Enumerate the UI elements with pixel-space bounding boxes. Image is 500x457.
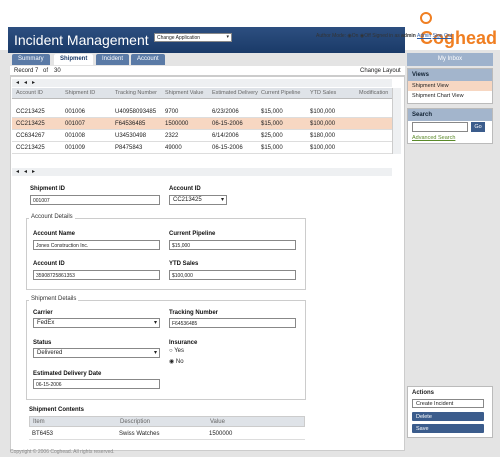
change-application-select[interactable]: Change Application ▾ — [154, 33, 232, 42]
table-row[interactable]: BT6453 Swiss Watches 1500000 — [29, 428, 305, 440]
contents-header: Item Description Value — [29, 416, 305, 427]
grid-toolbar: ◂ ◂ ▸ — [12, 79, 392, 87]
sign-out-link[interactable]: Sign Out — [433, 33, 452, 39]
logo-sun-icon — [420, 12, 432, 25]
views-title: Views — [408, 69, 492, 81]
actions-title: Actions — [412, 390, 435, 396]
shipment-contents-title: Shipment Contents — [29, 407, 84, 413]
grid-scrollbar[interactable] — [392, 88, 401, 154]
account-id-select[interactable]: CC213425 ▾ — [169, 195, 227, 205]
chevron-down-icon: ▾ — [153, 350, 157, 356]
prev-form-icon[interactable]: ◂ — [16, 168, 19, 175]
table-row[interactable]: CC213425 001006 U40958093485 9700 6/23/2006 $… — [12, 106, 392, 118]
footer-copyright: Copyright © 2006 Coghead. All rights res… — [10, 449, 115, 455]
search-panel: Search Go Advanced Search — [407, 108, 493, 144]
views-panel: Views Shipment View Shipment Chart View — [407, 68, 493, 104]
record-nav-bar: Record 7 of 30 Change Layout — [10, 66, 405, 76]
next-form-icon[interactable]: ▸ — [32, 168, 35, 175]
carrier-select[interactable]: FedEx ▾ — [33, 318, 160, 328]
delete-button[interactable]: Delete — [412, 412, 484, 421]
current-pipeline-field[interactable]: $15,000 — [169, 240, 296, 250]
go-button[interactable]: Go — [471, 122, 485, 132]
first-record-icon[interactable]: ◂ — [16, 79, 19, 86]
account-id-number-field[interactable]: 35908725861353 — [33, 270, 160, 280]
status-select[interactable]: Delivered ▾ — [33, 348, 160, 358]
estimated-delivery-field[interactable]: 06-15-2006 — [33, 379, 160, 389]
my-inbox-tab[interactable]: My Inbox — [407, 53, 493, 66]
chevron-down-icon: ▾ — [226, 34, 229, 40]
create-incident-button[interactable]: Create Incident — [412, 399, 484, 408]
account-details-title: Account Details — [29, 214, 75, 220]
shipment-id-label: Shipment ID — [30, 186, 66, 192]
view-item-shipment[interactable]: Shipment View — [408, 81, 492, 91]
tab-summary[interactable]: Summary — [12, 54, 50, 65]
insurance-no-radio[interactable]: ◉ No — [169, 358, 184, 365]
chevron-down-icon: ▾ — [220, 197, 224, 203]
chevron-down-icon: ▾ — [153, 320, 157, 326]
change-layout-menu[interactable]: Change Layout — [360, 68, 401, 74]
prev2-form-icon[interactable]: ◂ — [24, 168, 27, 175]
form-toolbar: ◂ ◂ ▸ — [12, 168, 392, 176]
insurance-yes-radio[interactable]: ○ Yes — [169, 348, 184, 354]
coghead-logo: Coghead — [420, 7, 500, 49]
tab-shipment[interactable]: Shipment — [54, 54, 94, 65]
advanced-search-link[interactable]: Advanced Search — [412, 135, 455, 141]
view-item-shipment-chart[interactable]: Shipment Chart View — [408, 91, 492, 101]
shipment-details-title: Shipment Details — [29, 296, 79, 302]
prev-record-icon[interactable]: ◂ — [24, 79, 27, 86]
tab-account[interactable]: Account — [131, 54, 165, 65]
table-row[interactable]: CC213425 001009 P8475843 49000 06-15-2006 $15… — [12, 142, 392, 154]
shipment-id-field[interactable]: 001007 — [30, 195, 160, 205]
grid-header: Account ID Shipment ID Tracking Number S… — [12, 88, 392, 99]
next-record-icon[interactable]: ▸ — [32, 79, 35, 86]
search-input[interactable] — [412, 122, 468, 132]
account-id-label: Account ID — [169, 186, 201, 192]
table-row[interactable]: CC634267 001008 U34530498 2322 6/14/2006 $25,… — [12, 130, 392, 142]
table-row-selected[interactable]: CC213425 001007 F64536485 1500000 06-15-2006… — [12, 118, 392, 130]
admin-link[interactable]: Admin — [417, 33, 431, 39]
save-button[interactable]: Save — [412, 424, 484, 433]
ytd-sales-field[interactable]: $100,000 — [169, 270, 296, 280]
author-mode-bar: Author Mode: ◉On ◉Off Signed in as admin… — [316, 33, 453, 39]
app-title: Incident Management — [14, 32, 149, 48]
tab-incident[interactable]: Incident — [96, 54, 130, 65]
app-header: Incident Management Change Application ▾ — [8, 27, 405, 53]
account-name-field[interactable]: Jones Construction Inc. — [33, 240, 160, 250]
search-title: Search — [408, 109, 492, 121]
tracking-number-field[interactable]: F64536485 — [169, 318, 296, 328]
